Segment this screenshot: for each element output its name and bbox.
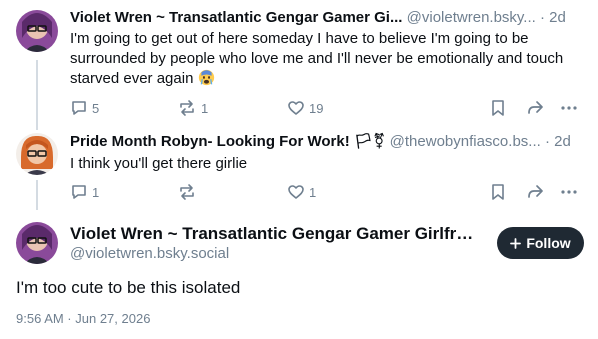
post-text: I'm too cute to be this isolated xyxy=(16,278,241,297)
follow-label: Follow xyxy=(526,235,571,251)
follow-button[interactable]: Follow xyxy=(497,227,584,259)
avatar[interactable] xyxy=(16,222,58,264)
author-handle[interactable]: @violetwren.bsky.social xyxy=(70,245,229,263)
post-timestamp[interactable]: 9:56 AM · Jun 27, 2026 xyxy=(16,311,150,327)
author-name[interactable]: Violet Wren ~ Transatlantic Gengar Gamer… xyxy=(70,224,475,244)
plus-icon xyxy=(510,237,522,249)
focused-post: Violet Wren ~ Transatlantic Gengar Gamer… xyxy=(0,0,598,339)
